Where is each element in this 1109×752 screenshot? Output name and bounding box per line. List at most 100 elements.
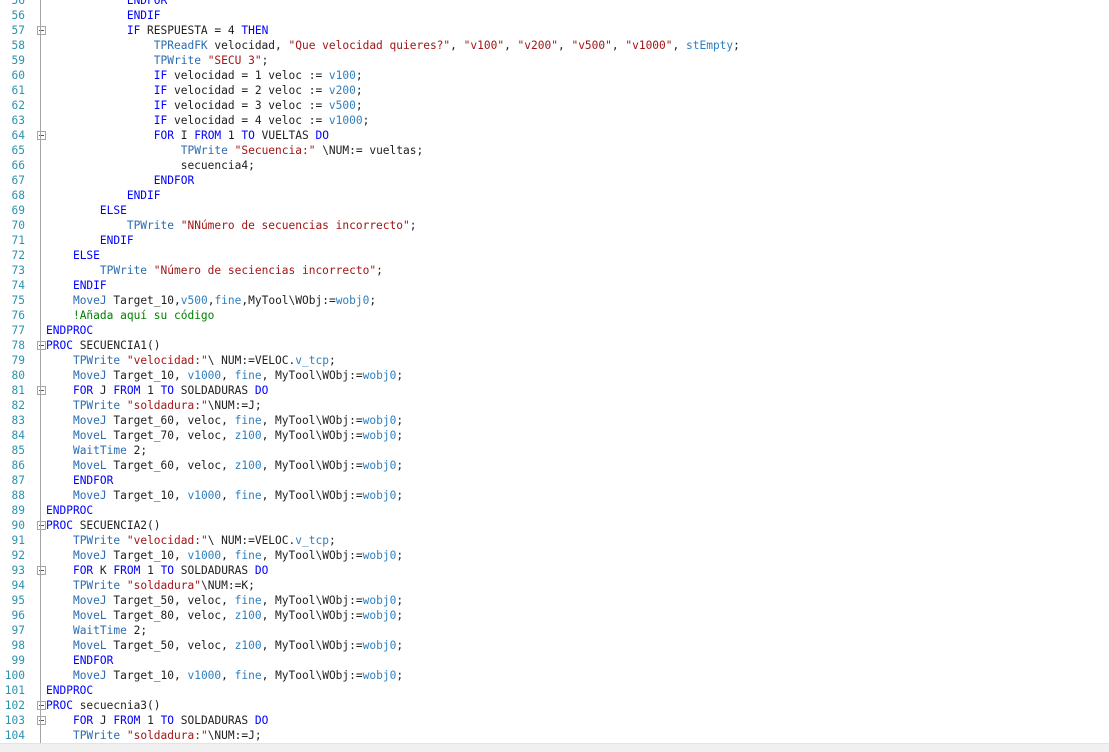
code-token: wobj0 — [362, 459, 397, 472]
line-number: 92 — [11, 549, 25, 562]
code-line[interactable]: 59 TPWrite "SECU 3"; — [0, 53, 1109, 68]
code-line[interactable]: 56 ENDIF — [0, 8, 1109, 23]
code-line[interactable]: 90 PROC SECUENCIA2() — [0, 518, 1109, 533]
code-token: ENDFOR — [153, 174, 195, 187]
code-token: wobj0 — [362, 594, 397, 607]
code-token: ,MyTool\WObj:= — [241, 294, 336, 307]
code-token: "v200" — [517, 39, 558, 52]
line-number: 62 — [11, 99, 25, 112]
code-token: wobj0 — [335, 294, 370, 307]
fold-collapse-icon[interactable] — [37, 716, 46, 725]
code-line[interactable]: 65 TPWrite "Secuencia:" \NUM:= vueltas; — [0, 143, 1109, 158]
code-token: wobj0 — [362, 429, 397, 442]
code-line[interactable]: 57 IF RESPUESTA = 4 THEN — [0, 23, 1109, 38]
code-line[interactable]: 94 TPWrite "soldadura"\NUM:=K; — [0, 578, 1109, 593]
code-line[interactable]: 81 FOR J FROM 1 TO SOLDADURAS DO — [0, 383, 1109, 398]
fold-collapse-icon[interactable] — [37, 26, 46, 35]
code-line[interactable]: 71 ENDIF — [0, 233, 1109, 248]
code-line[interactable]: 66 secuencia4; — [0, 158, 1109, 173]
code-line[interactable]: 99 ENDFOR — [0, 653, 1109, 668]
code-text: TPWrite "Secuencia:" \NUM:= vueltas; — [46, 143, 424, 158]
code-line[interactable]: 56 ENDFOR — [0, 0, 1109, 8]
code-line[interactable]: 78 PROC SECUENCIA1() — [0, 338, 1109, 353]
code-line[interactable]: 64 FOR I FROM 1 TO VUELTAS DO — [0, 128, 1109, 143]
code-token: FOR — [153, 129, 174, 142]
code-line[interactable]: 88 MoveJ Target_10, v1000, fine, MyTool\… — [0, 488, 1109, 503]
code-line[interactable]: 86 MoveL Target_60, veloc, z100, MyTool\… — [0, 458, 1109, 473]
code-line[interactable]: 76 !Añada aquí su código — [0, 308, 1109, 323]
code-token: MoveL — [72, 639, 107, 652]
code-text: WaitTime 2; — [46, 623, 147, 638]
code-line[interactable]: 84 MoveL Target_70, veloc, z100, MyTool\… — [0, 428, 1109, 443]
code-token: wobj0 — [362, 639, 397, 652]
code-token: TPReadFK — [153, 39, 208, 52]
code-line[interactable]: 82 TPWrite "soldadura:"\NUM:=J; — [0, 398, 1109, 413]
code-line[interactable]: 103 FOR J FROM 1 TO SOLDADURAS DO — [0, 713, 1109, 728]
code-line[interactable]: 97 WaitTime 2; — [0, 623, 1109, 638]
code-line[interactable]: 68 ENDIF — [0, 188, 1109, 203]
code-line[interactable]: 69 ELSE — [0, 203, 1109, 218]
code-line[interactable]: 83 MoveJ Target_60, veloc, fine, MyTool\… — [0, 413, 1109, 428]
code-line[interactable]: 61 IF velocidad = 2 veloc := v200; — [0, 83, 1109, 98]
code-token: "v500" — [571, 39, 612, 52]
code-line[interactable]: 96 MoveL Target_80, veloc, z100, MyTool\… — [0, 608, 1109, 623]
code-line[interactable]: 104 TPWrite "soldadura:"\NUM:=J; — [0, 728, 1109, 743]
code-line[interactable]: 70 TPWrite "NNúmero de secuencias incorr… — [0, 218, 1109, 233]
code-token: fine — [234, 549, 262, 562]
horizontal-scrollbar[interactable] — [0, 743, 1109, 752]
code-token: ; — [396, 414, 404, 427]
code-token: Target_10, — [106, 294, 181, 307]
code-line[interactable]: 80 MoveJ Target_10, v1000, fine, MyTool\… — [0, 368, 1109, 383]
code-token: MoveJ — [72, 549, 107, 562]
code-line[interactable]: 79 TPWrite "velocidad:"\ NUM:=VELOC.v_tc… — [0, 353, 1109, 368]
line-number: 66 — [11, 159, 25, 172]
code-line[interactable]: 67 ENDFOR — [0, 173, 1109, 188]
code-line[interactable]: 85 WaitTime 2; — [0, 443, 1109, 458]
code-line[interactable]: 58 TPReadFK velocidad, "Que velocidad qu… — [0, 38, 1109, 53]
code-line[interactable]: 95 MoveJ Target_50, veloc, fine, MyTool\… — [0, 593, 1109, 608]
fold-collapse-icon[interactable] — [37, 386, 46, 395]
line-number: 90 — [11, 519, 25, 532]
code-token: 1 — [140, 564, 161, 577]
fold-collapse-icon[interactable] — [37, 131, 46, 140]
code-token: , MyTool\WObj:= — [261, 609, 363, 622]
code-line[interactable]: 101 ENDPROC — [0, 683, 1109, 698]
code-line[interactable]: 92 MoveJ Target_10, v1000, fine, MyTool\… — [0, 548, 1109, 563]
fold-collapse-icon[interactable] — [37, 341, 46, 350]
code-token: secuencia4; — [46, 159, 255, 172]
code-line[interactable]: 72 ELSE — [0, 248, 1109, 263]
code-line[interactable]: 63 IF velocidad = 4 veloc := v1000; — [0, 113, 1109, 128]
code-line[interactable]: 75 MoveJ Target_10,v500,fine,MyTool\WObj… — [0, 293, 1109, 308]
code-line[interactable]: 60 IF velocidad = 1 veloc := v100; — [0, 68, 1109, 83]
code-token: velocidad = 4 veloc := — [167, 114, 329, 127]
code-line[interactable]: 73 TPWrite "Número de seciencias incorre… — [0, 263, 1109, 278]
line-number: 67 — [11, 174, 25, 187]
code-token: FOR — [72, 714, 94, 727]
code-token: ; — [396, 489, 404, 502]
code-line[interactable]: 89 ENDPROC — [0, 503, 1109, 518]
fold-collapse-icon[interactable] — [37, 566, 46, 575]
code-token: FROM — [194, 129, 222, 142]
line-number: 93 — [11, 564, 25, 577]
code-line[interactable]: 93 FOR K FROM 1 TO SOLDADURAS DO — [0, 563, 1109, 578]
code-token: MoveL — [72, 459, 107, 472]
code-line[interactable]: 100 MoveJ Target_10, v1000, fine, MyTool… — [0, 668, 1109, 683]
line-number: 101 — [4, 684, 25, 697]
code-line[interactable]: 87 ENDFOR — [0, 473, 1109, 488]
code-token: "soldadura" — [126, 579, 201, 592]
fold-collapse-icon[interactable] — [37, 701, 46, 710]
code-line[interactable]: 91 TPWrite "velocidad:"\ NUM:=VELOC.v_tc… — [0, 533, 1109, 548]
code-token: , MyTool\WObj:= — [261, 639, 363, 652]
fold-collapse-icon[interactable] — [37, 521, 46, 530]
code-line[interactable]: 74 ENDIF — [0, 278, 1109, 293]
code-editor[interactable]: 56 ENDFOR 56 ENDIF 57 IF RESPUESTA = 4 THE… — [0, 0, 1109, 743]
code-line[interactable]: 98 MoveL Target_50, veloc, z100, MyTool\… — [0, 638, 1109, 653]
code-line[interactable]: 102 PROC secuecnia3() — [0, 698, 1109, 713]
code-line[interactable]: 62 IF velocidad = 3 veloc := v500; — [0, 98, 1109, 113]
code-text: MoveL Target_50, veloc, z100, MyTool\WOb… — [46, 638, 403, 653]
code-line[interactable]: 77 ENDPROC — [0, 323, 1109, 338]
